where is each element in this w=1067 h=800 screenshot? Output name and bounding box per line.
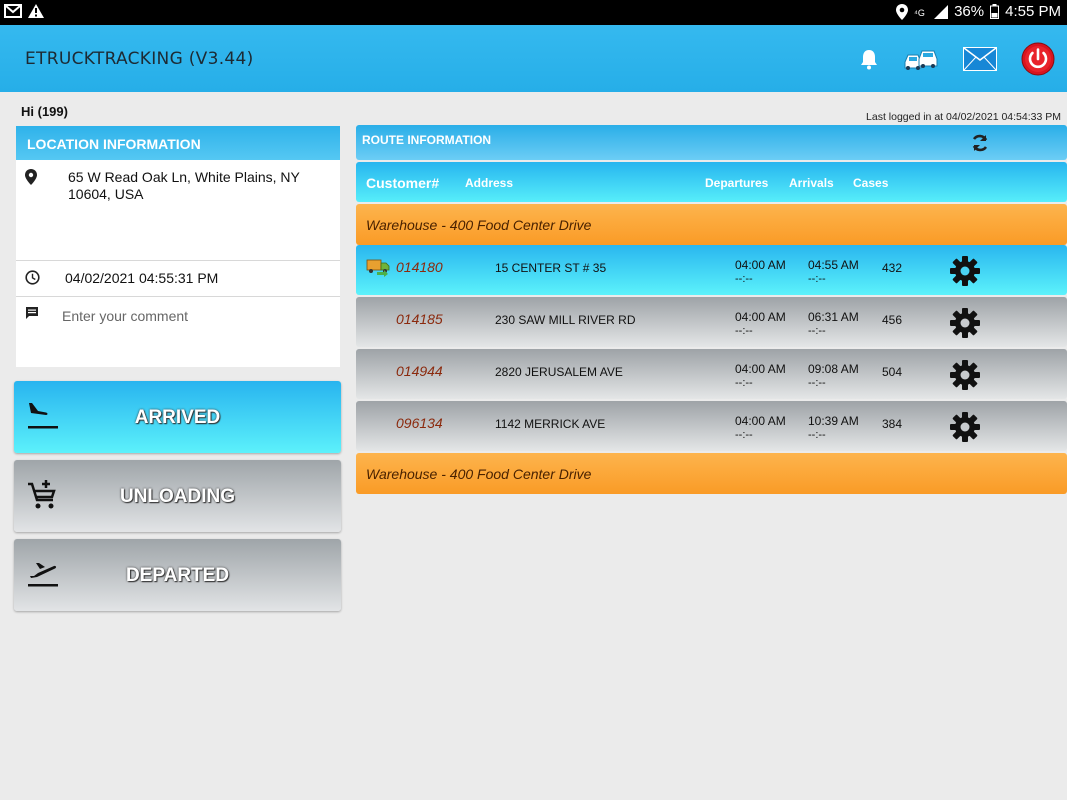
stop-address: 2820 JERUSALEM AVE: [495, 365, 623, 379]
gear-icon[interactable]: [948, 306, 982, 345]
stop-cases: 456: [882, 313, 903, 327]
gmail-notification-icon: [4, 4, 22, 18]
stop-arrival-actual: --:--: [808, 429, 826, 441]
col-departures: Departures: [705, 176, 769, 190]
stop-arrival: 06:31 AM: [808, 310, 859, 324]
power-icon[interactable]: [1021, 42, 1055, 81]
gear-icon[interactable]: [948, 254, 982, 293]
stop-row[interactable]: 014180 15 CENTER ST # 35 04:00 AM --:-- …: [356, 245, 1067, 295]
stop-departure-actual: --:--: [735, 325, 753, 337]
unloading-button[interactable]: UNLOADING: [14, 460, 341, 532]
stop-address: 15 CENTER ST # 35: [495, 261, 607, 275]
stop-row[interactable]: 014185 230 SAW MILL RIVER RD 04:00 AM --…: [356, 297, 1067, 347]
warning-icon: [28, 4, 44, 18]
stop-row[interactable]: 014944 2820 JERUSALEM AVE 04:00 AM --:--…: [356, 349, 1067, 399]
address-row: 65 W Read Oak Ln, White Plains, NY 10604…: [16, 160, 340, 261]
stop-customer: 014185: [396, 311, 443, 327]
arrived-button[interactable]: ARRIVED: [14, 381, 341, 453]
stop-arrival: 04:55 AM: [808, 258, 859, 272]
arrived-label: ARRIVED: [134, 407, 221, 428]
stop-departure-actual: --:--: [735, 429, 753, 441]
datetime-row: 04/02/2021 04:55:31 PM: [16, 261, 340, 297]
stop-customer: 014180: [396, 259, 443, 275]
unloading-label: UNLOADING: [119, 486, 236, 507]
comment-input[interactable]: [62, 308, 312, 324]
stop-arrival: 10:39 AM: [808, 414, 859, 428]
stop-departure: 04:00 AM: [735, 258, 786, 272]
location-header: LOCATION INFORMATION: [16, 126, 340, 160]
warehouse-end-label: Warehouse - 400 Food Center Drive: [366, 466, 592, 482]
battery-percent: 36%: [954, 3, 985, 20]
current-address: 65 W Read Oak Ln, White Plains, NY 10604…: [68, 169, 300, 202]
bell-icon[interactable]: [859, 48, 879, 75]
comment-row: [16, 297, 340, 367]
route-header-title: ROUTE INFORMATION: [362, 133, 492, 147]
col-cases: Cases: [853, 176, 889, 190]
gear-icon[interactable]: [948, 410, 982, 449]
location-pin-icon: [25, 169, 37, 190]
truck-icon: [366, 257, 392, 282]
warehouse-start-row[interactable]: Warehouse - 400 Food Center Drive: [356, 204, 1067, 245]
location-icon: [896, 3, 909, 20]
stop-departure: 04:00 AM: [735, 310, 786, 324]
current-datetime: 04/02/2021 04:55:31 PM: [65, 270, 219, 286]
col-address: Address: [465, 176, 514, 190]
stop-cases: 432: [882, 261, 903, 275]
greeting: Hi (199): [21, 104, 68, 119]
col-customer: Customer#: [366, 175, 440, 191]
signal-icon: [934, 4, 949, 19]
stop-cases: 384: [882, 417, 903, 431]
stop-address: 230 SAW MILL RIVER RD: [495, 313, 636, 327]
departed-label: DEPARTED: [125, 565, 230, 586]
departed-button[interactable]: DEPARTED: [14, 539, 341, 611]
stop-customer: 014944: [396, 363, 443, 379]
stop-address: 1142 MERRICK AVE: [495, 417, 606, 431]
stop-departure: 04:00 AM: [735, 362, 786, 376]
warehouse-start-label: Warehouse - 400 Food Center Drive: [366, 217, 592, 233]
route-column-headers: Customer# Address Departures Arrivals Ca…: [356, 162, 1067, 202]
stop-row[interactable]: 096134 1142 MERRICK AVE 04:00 AM --:-- 1…: [356, 401, 1067, 451]
location-panel: LOCATION INFORMATION 65 W Read Oak Ln, W…: [16, 126, 340, 367]
stop-departure: 04:00 AM: [735, 414, 786, 428]
clock-time: 4:55 PM: [1005, 3, 1061, 20]
stop-departure-actual: --:--: [735, 273, 753, 285]
app-header: ETRUCKTRACKING (V3.44): [0, 25, 1067, 92]
stop-departure-actual: --:--: [735, 377, 753, 389]
stop-cases: 504: [882, 365, 903, 379]
stop-arrival-actual: --:--: [808, 325, 826, 337]
app-title: ETRUCKTRACKING (V3.44): [25, 49, 254, 69]
comment-icon: [25, 306, 39, 325]
route-header: ROUTE INFORMATION: [356, 125, 1067, 160]
mail-icon[interactable]: [963, 47, 997, 76]
stop-customer: 096134: [396, 415, 443, 431]
clock-icon: [25, 270, 40, 290]
last-login-text: Last logged in at 04/02/2021 04:54:33 PM: [866, 111, 1061, 123]
stop-arrival: 09:08 AM: [808, 362, 859, 376]
gear-icon[interactable]: [948, 358, 982, 397]
warehouse-end-row[interactable]: Warehouse - 400 Food Center Drive: [356, 453, 1067, 494]
cars-icon[interactable]: [903, 46, 939, 77]
data-icon: ⁴G: [914, 5, 928, 19]
svg-text:⁴G: ⁴G: [914, 8, 925, 18]
refresh-icon[interactable]: [970, 133, 990, 158]
col-arrivals: Arrivals: [789, 176, 834, 190]
stop-arrival-actual: --:--: [808, 273, 826, 285]
status-bar: ⁴G 36% 4:55 PM: [0, 0, 1067, 25]
stop-arrival-actual: --:--: [808, 377, 826, 389]
battery-icon: [990, 4, 1000, 19]
